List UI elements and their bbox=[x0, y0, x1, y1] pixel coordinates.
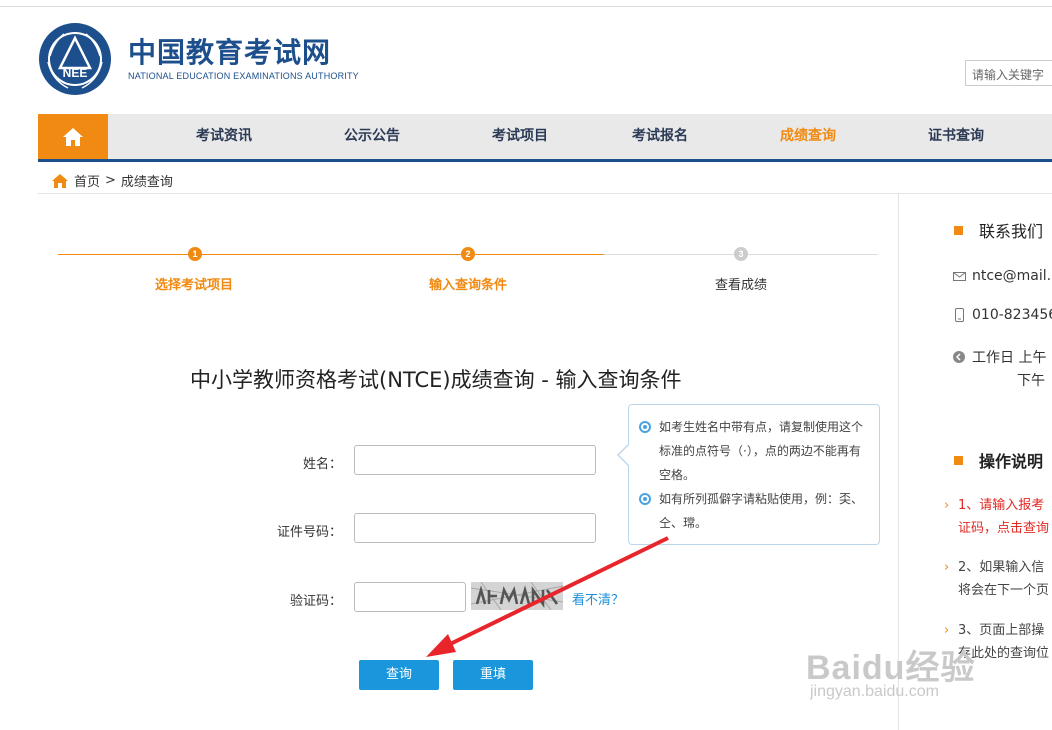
nav-item-exam-news[interactable]: 考试资讯 bbox=[196, 114, 252, 159]
breadcrumb: 首页 > 成绩查询 bbox=[52, 171, 173, 190]
breadcrumb-home[interactable]: 首页 bbox=[74, 171, 100, 190]
site-logo[interactable]: NEE 中国教育考试网 NATIONAL EDUCATION EXAMINATI… bbox=[38, 22, 359, 96]
mail-icon bbox=[952, 271, 966, 281]
tip-pointer-fill bbox=[619, 445, 629, 465]
input-tip-box: 如考生姓名中带有点，请复制使用这个标准的点符号（·），点的两边不能再有空格。 如… bbox=[628, 404, 880, 545]
contact-phone: 010-823456 bbox=[952, 307, 1052, 323]
name-input[interactable] bbox=[354, 445, 596, 475]
instruction-1: › 1、请输入报考 证码，点击查询 bbox=[944, 494, 1049, 540]
tip-bullet-icon bbox=[639, 493, 651, 505]
step-1-label: 选择考试项目 bbox=[154, 278, 233, 293]
breadcrumb-current: 成绩查询 bbox=[120, 175, 173, 190]
breadcrumb-divider bbox=[38, 193, 1052, 194]
tip-text-2: 如有所列孤僻字请粘贴使用，例：奀、仝、瑺。 bbox=[659, 492, 864, 530]
captcha-label: 验证码： bbox=[289, 594, 342, 609]
chevron-right-icon: › bbox=[944, 498, 950, 513]
step-1-dot: 1 bbox=[188, 247, 202, 261]
captcha-input[interactable] bbox=[354, 582, 466, 612]
name-label: 姓名： bbox=[302, 457, 342, 472]
nav-item-announcements[interactable]: 公示公告 bbox=[344, 114, 400, 159]
search-input[interactable]: 请输入关键字 bbox=[965, 60, 1052, 86]
site-name: 中国教育考试网 bbox=[128, 36, 332, 69]
step-2-dot: 2 bbox=[461, 247, 475, 261]
section-marker-icon bbox=[954, 225, 963, 235]
breadcrumb-separator: > bbox=[105, 173, 116, 188]
step-3-dot: 3 bbox=[734, 247, 748, 261]
id-number-input[interactable] bbox=[354, 513, 596, 543]
nav-item-registration[interactable]: 考试报名 bbox=[632, 114, 688, 159]
chevron-right-icon: › bbox=[944, 560, 950, 575]
nav-item-score-query[interactable]: 成绩查询 bbox=[780, 114, 836, 159]
home-icon bbox=[63, 127, 83, 146]
site-name-en: NATIONAL EDUCATION EXAMINATIONS AUTHORIT… bbox=[128, 71, 359, 81]
nav-item-exam-projects[interactable]: 考试项目 bbox=[492, 114, 548, 159]
clock-icon bbox=[952, 350, 966, 364]
baidu-watermark: Baidu经验 jingyan.baidu.com bbox=[806, 649, 976, 700]
chevron-right-icon: › bbox=[944, 623, 950, 638]
tip-bullet-icon bbox=[639, 421, 651, 433]
step-2-label: 输入查询条件 bbox=[428, 278, 507, 293]
step-3-label: 查看成绩 bbox=[714, 278, 767, 293]
captcha-image[interactable] bbox=[471, 582, 563, 610]
breadcrumb-home-icon bbox=[52, 173, 68, 188]
nav-home-button[interactable] bbox=[38, 114, 108, 159]
instruction-2: › 2、如果输入信 将会在下一个页 bbox=[944, 556, 1049, 602]
contact-hours-pm: 下午 bbox=[1017, 373, 1045, 389]
reset-button[interactable]: 重填 bbox=[453, 660, 533, 690]
submit-button[interactable]: 查询 bbox=[359, 660, 439, 690]
main-nav: 考试资讯 公示公告 考试项目 考试报名 成绩查询 证书查询 bbox=[38, 114, 1052, 162]
nee-emblem-icon: NEE bbox=[39, 23, 111, 95]
nav-item-certificate-query[interactable]: 证书查询 bbox=[928, 114, 984, 159]
contact-title: 联系我们 bbox=[954, 218, 1043, 242]
contact-email: ntce@mail.n bbox=[952, 268, 1052, 284]
page-title: 中小学教师资格考试(NTCE)成绩查询 - 输入查询条件 bbox=[190, 368, 682, 392]
phone-icon bbox=[952, 308, 966, 322]
contact-hours: 工作日 上午 bbox=[952, 347, 1046, 367]
instructions-title: 操作说明 bbox=[954, 448, 1043, 472]
id-number-label: 证件号码： bbox=[276, 525, 342, 540]
top-border bbox=[0, 6, 1052, 7]
captcha-refresh-link[interactable]: 看不清？ bbox=[572, 589, 624, 608]
section-marker-icon bbox=[954, 455, 963, 465]
tip-text-1: 如考生姓名中带有点，请复制使用这个标准的点符号（·），点的两边不能再有空格。 bbox=[659, 420, 864, 482]
emblem-text: NEE bbox=[63, 66, 88, 80]
steps-progress-line bbox=[58, 254, 604, 255]
